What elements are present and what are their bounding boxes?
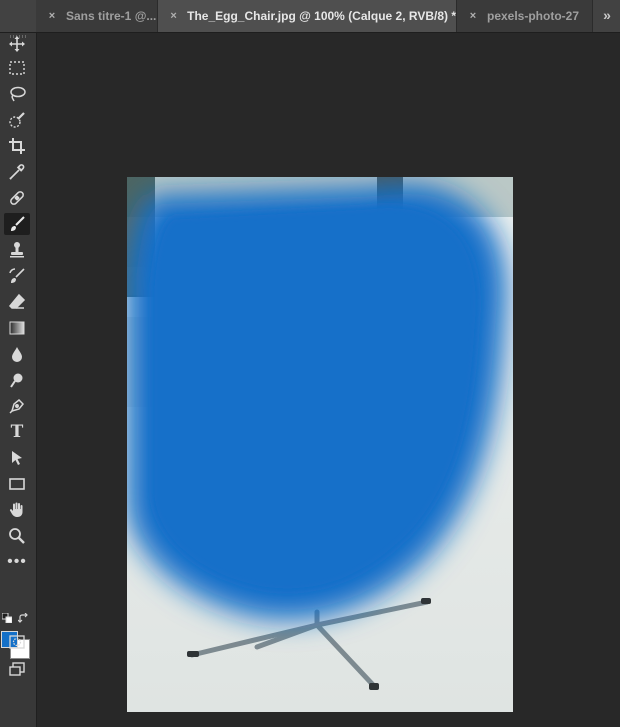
hand-icon — [9, 502, 23, 517]
blur-tool[interactable] — [4, 343, 30, 365]
tab-label: The_Egg_Chair.jpg @ 100% (Calque 2, RVB/… — [187, 9, 456, 23]
tab-egg-chair[interactable]: × The_Egg_Chair.jpg @ 100% (Calque 2, RV… — [158, 0, 457, 32]
zoom-tool[interactable] — [4, 525, 30, 547]
default-colors-icon[interactable] — [2, 613, 12, 623]
marquee-tool[interactable] — [4, 57, 30, 79]
rectangular-marquee-icon — [9, 61, 25, 75]
history-brush-tool[interactable] — [4, 265, 30, 287]
dodge-icon — [10, 373, 23, 388]
clone-stamp-icon — [10, 242, 24, 258]
lasso-icon — [10, 86, 26, 102]
eyedropper-icon — [9, 164, 25, 180]
gradient-icon — [9, 321, 25, 335]
more-tools-button[interactable]: ••• — [4, 551, 30, 573]
quick-selection-tool[interactable] — [4, 109, 30, 131]
healing-brush-icon — [10, 191, 24, 205]
zoom-icon — [9, 528, 25, 544]
move-tool[interactable] — [4, 33, 30, 55]
pen-icon — [9, 398, 25, 414]
type-icon: T — [10, 422, 24, 442]
swap-colors-icon[interactable] — [18, 613, 29, 624]
more-tools-icon: ••• — [7, 553, 27, 570]
screen-mode-button[interactable] — [4, 658, 30, 680]
tab-label: Sans titre-1 @... — [66, 9, 157, 23]
crop-icon — [9, 138, 25, 154]
quick-mask-icon — [9, 635, 25, 649]
quick-selection-icon — [9, 112, 25, 128]
blur-icon — [12, 347, 22, 362]
move-icon — [9, 36, 25, 52]
tab-overflow-icon[interactable]: » — [598, 6, 616, 24]
tab-label: pexels-photo-27 — [487, 9, 580, 23]
rectangle-tool[interactable] — [4, 473, 30, 495]
path-selection-icon — [12, 451, 22, 465]
dodge-tool[interactable] — [4, 369, 30, 391]
egg-chair-image — [127, 177, 513, 712]
close-icon[interactable]: × — [168, 10, 179, 22]
path-selection-tool[interactable] — [4, 447, 30, 469]
lasso-tool[interactable] — [4, 83, 30, 105]
eraser-icon — [8, 293, 26, 309]
document-canvas[interactable] — [127, 177, 513, 712]
eyedropper-tool[interactable] — [4, 161, 30, 183]
close-icon[interactable]: × — [467, 10, 479, 22]
tab-pexels-photo[interactable]: × pexels-photo-27 — [457, 0, 593, 32]
crop-tool[interactable] — [4, 135, 30, 157]
gradient-tool[interactable] — [4, 317, 30, 339]
tab-sans-titre[interactable]: × Sans titre-1 @... — [36, 0, 158, 32]
brush-icon — [11, 216, 25, 231]
document-tab-bar: × Sans titre-1 @... × The_Egg_Chair.jpg … — [0, 0, 620, 33]
brush-tool[interactable] — [4, 213, 30, 235]
history-brush-icon — [9, 268, 25, 283]
screen-mode-icon — [9, 662, 25, 676]
quick-mask-button[interactable] — [4, 631, 30, 653]
rectangle-icon — [9, 478, 25, 490]
hand-tool[interactable] — [4, 499, 30, 521]
close-icon[interactable]: × — [46, 10, 58, 22]
clone-stamp-tool[interactable] — [4, 239, 30, 261]
eraser-tool[interactable] — [4, 291, 30, 313]
type-tool[interactable]: T — [4, 421, 30, 443]
pen-tool[interactable] — [4, 395, 30, 417]
tools-panel: T ••• — [0, 33, 37, 727]
healing-brush-tool[interactable] — [4, 187, 30, 209]
